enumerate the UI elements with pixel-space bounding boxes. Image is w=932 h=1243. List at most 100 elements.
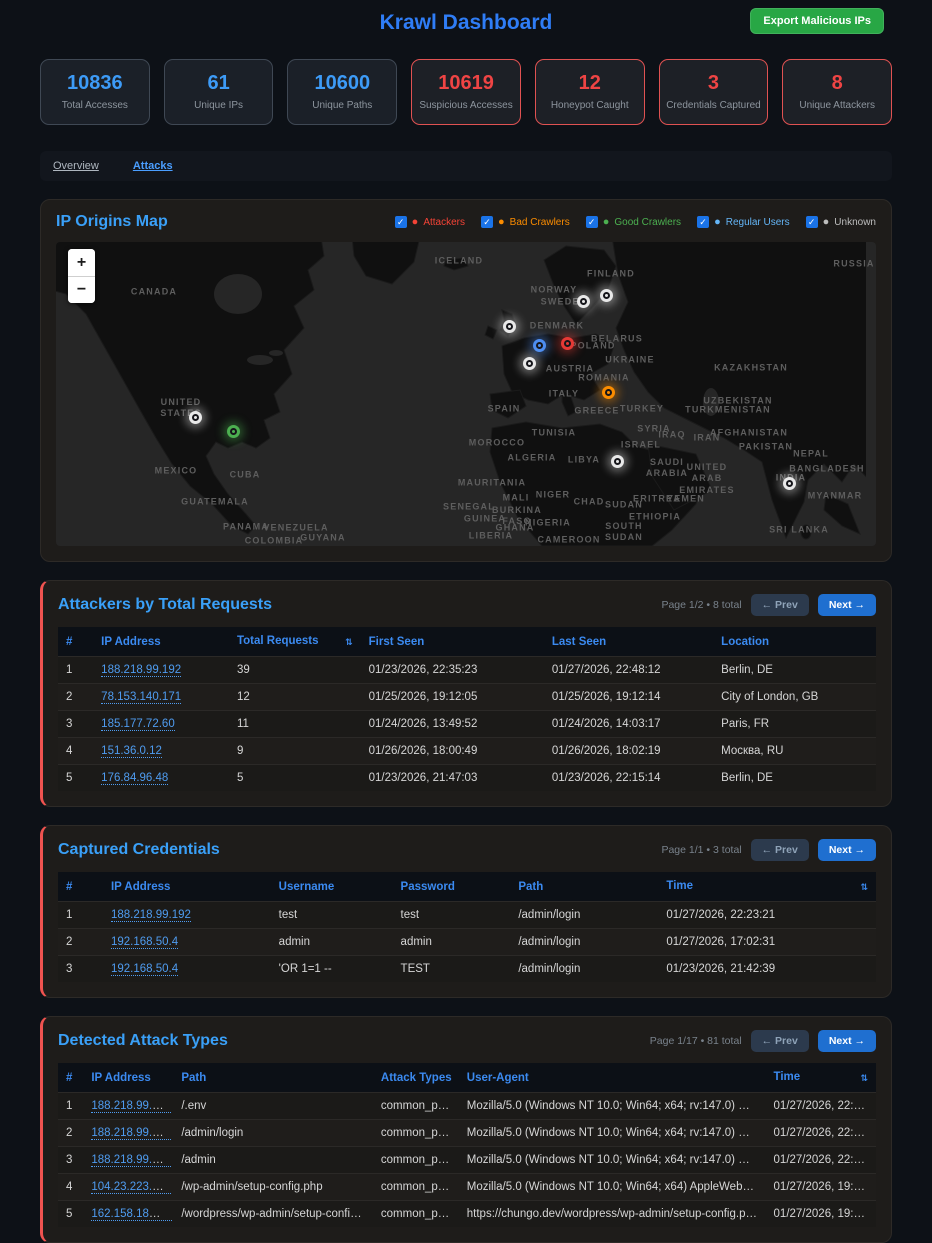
attackers-table: #IP AddressTotal Requests⇅First SeenLast… <box>58 627 876 791</box>
ip-address-link[interactable]: 188.218.99.192 <box>101 664 181 677</box>
map-marker-unknown-6[interactable] <box>577 295 590 308</box>
map-marker-attacker-4[interactable] <box>561 337 574 350</box>
cell-: 1 <box>58 657 93 684</box>
map-marker-unknown-5[interactable] <box>523 357 536 370</box>
cell-user-agent: Mozilla/5.0 (Windows NT 10.0; Win64; x64… <box>459 1174 766 1201</box>
map-marker-bad-crawler-8[interactable] <box>602 386 615 399</box>
legend-item-good-crawlers[interactable]: ✓●Good Crawlers <box>586 216 681 228</box>
column-header-location[interactable]: Location <box>713 627 876 657</box>
ip-address-link[interactable]: 188.218.99.192 <box>91 1127 171 1140</box>
credentials-prev-button[interactable]: ← Prev <box>751 839 809 861</box>
column-header-username[interactable]: Username <box>271 872 393 902</box>
attack-types-pager: Page 1/17 • 81 total ← Prev Next → <box>650 1030 876 1052</box>
ip-address-link[interactable]: 78.153.140.171 <box>101 691 181 704</box>
table-row: 4104.23.223.128/wp-admin/setup-config.ph… <box>58 1174 876 1201</box>
cell-time: 01/27/2026, 22:22:54 <box>766 1147 876 1174</box>
ip-address-link[interactable]: 188.218.99.192 <box>91 1100 171 1113</box>
legend-item-unknown[interactable]: ✓ ● Unknown <box>806 216 876 228</box>
table-row: 2188.218.99.192/admin/logincommon_probes… <box>58 1120 876 1147</box>
column-header-[interactable]: # <box>58 1063 83 1093</box>
ip-origins-map[interactable]: CANADAICELANDRUSSIANORWAYSWEDENFINLANDDE… <box>56 242 876 546</box>
column-header-path[interactable]: Path <box>510 872 658 902</box>
cell-: 2 <box>58 929 103 956</box>
column-header-[interactable]: # <box>58 872 103 902</box>
checkbox-attackers[interactable]: ✓ <box>395 216 407 228</box>
tab-overview[interactable]: Overview <box>53 160 99 172</box>
map-marker-regular-user-3[interactable] <box>533 339 546 352</box>
attack-types-prev-button[interactable]: ← Prev <box>751 1030 809 1052</box>
checkbox-regular-users[interactable]: ✓ <box>697 216 709 228</box>
column-header-path[interactable]: Path <box>173 1063 373 1093</box>
column-header-password[interactable]: Password <box>393 872 511 902</box>
column-header-time[interactable]: Time⇅ <box>658 872 876 902</box>
sort-icon[interactable]: ⇅ <box>860 882 868 893</box>
stat-value-suspicious-accesses: 10619 <box>438 73 494 93</box>
sort-icon[interactable]: ⇅ <box>860 1073 868 1084</box>
column-header-first-seen[interactable]: First Seen <box>361 627 544 657</box>
cell-time: 01/27/2026, 19:38:59 <box>766 1174 876 1201</box>
column-header-last-seen[interactable]: Last Seen <box>544 627 713 657</box>
map-zoom-control: + − <box>68 249 95 303</box>
ip-address-link[interactable]: 188.218.99.192 <box>91 1154 171 1167</box>
cell-password: admin <box>393 929 511 956</box>
cell-total-requests: 9 <box>229 738 361 765</box>
legend-item-regular-users[interactable]: ✓●Regular Users <box>697 216 790 228</box>
ip-address-link[interactable]: 188.218.99.192 <box>111 909 191 922</box>
map-marker-unknown-9[interactable] <box>611 455 624 468</box>
column-header-attack-types[interactable]: Attack Types <box>373 1063 459 1093</box>
map-zoom-out-button[interactable]: − <box>68 276 95 303</box>
ip-address-link[interactable]: 192.168.50.4 <box>111 963 178 976</box>
ip-address-link[interactable]: 176.84.96.48 <box>101 772 168 785</box>
map-marker-unknown-2[interactable] <box>503 320 516 333</box>
column-header-ip-address[interactable]: IP Address <box>83 1063 173 1093</box>
table-header-row: #IP AddressPathAttack TypesUser-AgentTim… <box>58 1063 876 1093</box>
cell-path: /admin <box>173 1147 373 1174</box>
attack-types-table: #IP AddressPathAttack TypesUser-AgentTim… <box>58 1063 876 1227</box>
cell-attack-types: common_probes <box>373 1147 459 1174</box>
column-header-total-requests[interactable]: Total Requests⇅ <box>229 627 361 657</box>
tab-attacks[interactable]: Attacks <box>133 160 173 172</box>
credentials-next-button[interactable]: Next → <box>818 839 876 861</box>
table-row: 3192.168.50.4'OR 1=1 --TEST/admin/login0… <box>58 956 876 983</box>
column-header-ip-address[interactable]: IP Address <box>103 872 271 902</box>
legend-dot-unknown: ● <box>823 217 830 228</box>
ip-address-link[interactable]: 185.177.72.60 <box>101 718 175 731</box>
cell-time: 01/27/2026, 22:23:21 <box>658 902 876 929</box>
column-header-user-agent[interactable]: User-Agent <box>459 1063 766 1093</box>
stat-value-total-accesses: 10836 <box>67 73 123 93</box>
checkbox-bad-crawlers[interactable]: ✓ <box>481 216 493 228</box>
cell-: 5 <box>58 765 93 792</box>
column-header-time[interactable]: Time⇅ <box>766 1063 876 1093</box>
legend-item-attackers[interactable]: ✓●Attackers <box>395 216 465 228</box>
map-card-title: IP Origins Map <box>56 213 168 231</box>
legend-label-unknown: Unknown <box>834 217 876 228</box>
map-marker-unknown-0[interactable] <box>189 411 202 424</box>
map-zoom-in-button[interactable]: + <box>68 249 95 276</box>
cell-time: 01/23/2026, 21:42:39 <box>658 956 876 983</box>
cell-: 2 <box>58 1120 83 1147</box>
stat-label-credentials-captured: Credentials Captured <box>666 100 761 111</box>
cell-ip-address: 176.84.96.48 <box>93 765 229 792</box>
attack-types-page-info: Page 1/17 • 81 total <box>650 1035 742 1047</box>
column-header-[interactable]: # <box>58 627 93 657</box>
legend-dot-regular-users: ● <box>714 217 721 228</box>
map-marker-unknown-7[interactable] <box>600 289 613 302</box>
sort-icon[interactable]: ⇅ <box>345 637 353 648</box>
checkbox-unknown[interactable]: ✓ <box>806 216 818 228</box>
ip-address-link[interactable]: 104.23.223.128 <box>91 1181 171 1194</box>
export-malicious-ips-button[interactable]: Export Malicious IPs <box>750 8 884 34</box>
stat-value-credentials-captured: 3 <box>708 73 719 93</box>
checkbox-good-crawlers[interactable]: ✓ <box>586 216 598 228</box>
map-marker-good-crawler-1[interactable] <box>227 425 240 438</box>
attack-types-next-button[interactable]: Next → <box>818 1030 876 1052</box>
ip-address-link[interactable]: 192.168.50.4 <box>111 936 178 949</box>
map-marker-unknown-10[interactable] <box>783 477 796 490</box>
attackers-page-info: Page 1/2 • 8 total <box>661 599 741 611</box>
attackers-next-button[interactable]: Next → <box>818 594 876 616</box>
page-title: Krawl Dashboard <box>380 11 553 35</box>
cell-ip-address: 104.23.223.128 <box>83 1174 173 1201</box>
attackers-prev-button[interactable]: ← Prev <box>751 594 809 616</box>
legend-item-bad-crawlers[interactable]: ✓●Bad Crawlers <box>481 216 570 228</box>
column-header-ip-address[interactable]: IP Address <box>93 627 229 657</box>
ip-address-link[interactable]: 151.36.0.12 <box>101 745 162 758</box>
